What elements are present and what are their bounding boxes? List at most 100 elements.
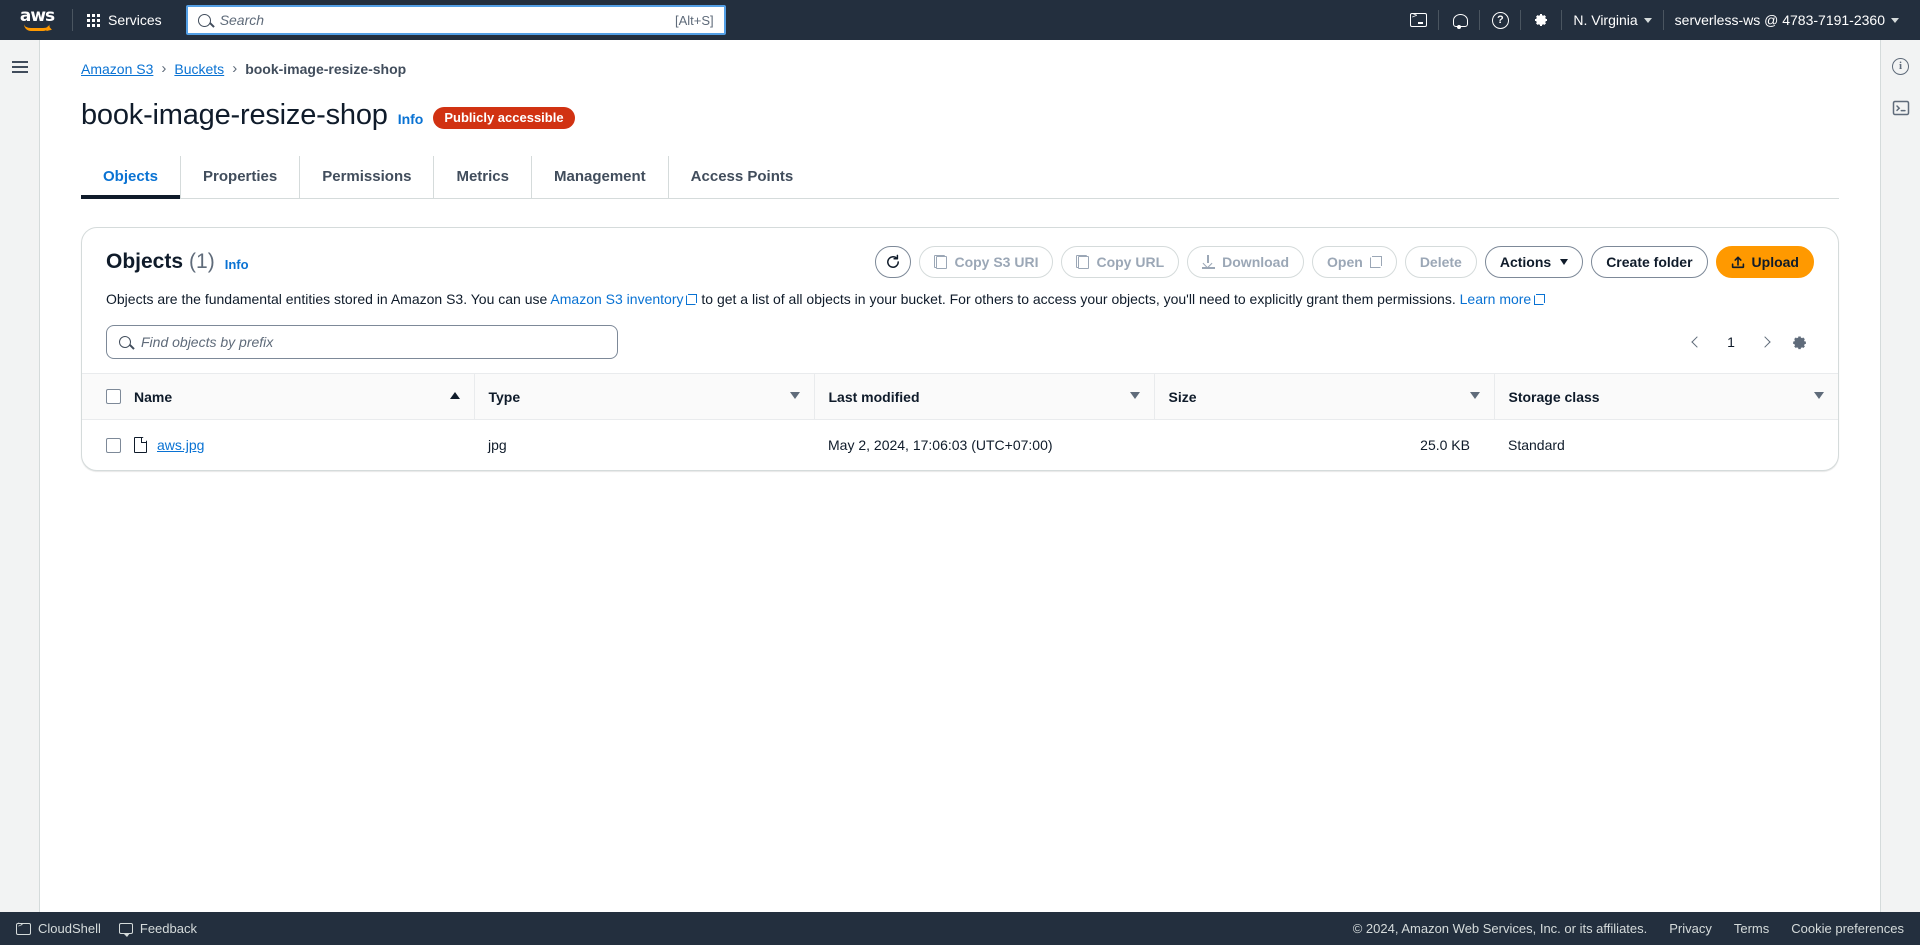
column-label-name: Name: [134, 388, 173, 405]
footer-feedback-button[interactable]: Feedback: [118, 921, 197, 937]
download-button[interactable]: Download: [1187, 246, 1305, 278]
help-question-icon[interactable]: ?: [1480, 0, 1520, 40]
upload-icon: [1731, 255, 1745, 269]
objects-table-body: aws.jpg jpg May 2, 2024, 17:06:03 (UTC+0…: [82, 420, 1838, 470]
cloudshell-icon[interactable]: [1398, 0, 1438, 40]
open-label: Open: [1327, 254, 1363, 270]
pagination-page-1[interactable]: 1: [1716, 327, 1746, 357]
cloudshell-rail-icon[interactable]: [1887, 94, 1915, 122]
footer-bar: CloudShell Feedback © 2024, Amazon Web S…: [0, 912, 1920, 945]
breadcrumb: Amazon S3 › Buckets › book-image-resize-…: [81, 40, 1839, 77]
preferences-gear-icon[interactable]: [1784, 327, 1814, 357]
footer-link-privacy[interactable]: Privacy: [1669, 921, 1712, 936]
services-menu-button[interactable]: Services: [77, 5, 172, 35]
objects-search-box[interactable]: [106, 325, 618, 360]
objects-action-buttons: Copy S3 URI Copy URL Download Open Delet…: [875, 246, 1814, 278]
sort-icon: [1129, 391, 1140, 402]
footer-link-terms[interactable]: Terms: [1734, 921, 1769, 936]
row-cell-size: 25.0 KB: [1420, 437, 1470, 454]
tab-objects[interactable]: Objects: [81, 156, 182, 199]
breadcrumb-separator-icon: ›: [232, 60, 238, 77]
refresh-button[interactable]: [875, 246, 912, 278]
search-icon: [197, 13, 211, 27]
row-cell-last-modified: May 2, 2024, 17:06:03 (UTC+07:00): [828, 437, 1053, 454]
objects-count: (1): [189, 250, 215, 273]
breadcrumb-item-amazon-s3[interactable]: Amazon S3: [81, 61, 153, 77]
select-all-checkbox[interactable]: [106, 389, 121, 405]
pagination-next-button[interactable]: [1750, 327, 1780, 357]
tab-properties[interactable]: Properties: [181, 156, 301, 198]
object-name-link[interactable]: aws.jpg: [157, 437, 204, 453]
notifications-bell-icon[interactable]: [1439, 0, 1479, 40]
pagination-prev-button[interactable]: [1682, 327, 1712, 357]
pagination: 1: [1682, 327, 1814, 357]
refresh-icon: [885, 254, 901, 270]
column-label-last-modified: Last modified: [828, 388, 920, 405]
tab-permissions[interactable]: Permissions: [300, 156, 435, 198]
column-header-size[interactable]: Size: [1153, 373, 1494, 421]
global-search-box[interactable]: [Alt+S]: [185, 5, 726, 35]
objects-info-link[interactable]: Info: [225, 257, 249, 272]
table-row[interactable]: aws.jpg jpg May 2, 2024, 17:06:03 (UTC+0…: [82, 420, 1838, 470]
copy-s3-uri-label: Copy S3 URI: [954, 254, 1039, 270]
create-folder-label: Create folder: [1606, 254, 1693, 270]
create-folder-button[interactable]: Create folder: [1591, 246, 1708, 278]
account-menu[interactable]: serverless-ws @ 4783-7191-2360: [1664, 4, 1910, 36]
column-label-storage-class: Storage class: [1508, 388, 1600, 405]
aws-logo[interactable]: aws: [16, 7, 58, 33]
column-header-type[interactable]: Type: [473, 373, 814, 421]
breadcrumb-separator-icon: ›: [161, 60, 167, 77]
download-icon: [1202, 255, 1216, 269]
column-header-last-modified[interactable]: Last modified: [813, 373, 1154, 421]
settings-gear-icon[interactable]: [1521, 0, 1561, 40]
footer-right-group: © 2024, Amazon Web Services, Inc. or its…: [1353, 921, 1904, 936]
chevron-down-icon: [1891, 17, 1899, 23]
objects-panel: Objects (1) Info Copy S3 URI Copy URL Do…: [81, 227, 1839, 471]
delete-label: Delete: [1419, 254, 1462, 270]
tab-bar: Objects Properties Permissions Metrics M…: [81, 156, 1839, 199]
footer-cloudshell-label: CloudShell: [38, 921, 101, 936]
main-content-area: Amazon S3 › Buckets › book-image-resize-…: [41, 40, 1879, 928]
row-select-cell: [82, 420, 134, 470]
region-selector[interactable]: N. Virginia: [1562, 4, 1662, 36]
column-label-size: Size: [1168, 388, 1197, 405]
page-info-link[interactable]: Info: [398, 111, 424, 127]
actions-button[interactable]: Actions: [1484, 246, 1584, 278]
tab-access-points[interactable]: Access Points: [669, 156, 816, 198]
breadcrumb-item-buckets[interactable]: Buckets: [174, 61, 224, 77]
upload-label: Upload: [1751, 254, 1799, 270]
copy-url-label: Copy URL: [1096, 254, 1165, 270]
copy-url-button[interactable]: Copy URL: [1061, 246, 1180, 278]
open-button[interactable]: Open: [1312, 246, 1397, 278]
account-label: serverless-ws @ 4783-7191-2360: [1674, 12, 1885, 28]
menu-hamburger-icon[interactable]: [0, 52, 40, 82]
tab-metrics[interactable]: Metrics: [434, 156, 532, 198]
amazon-s3-inventory-link[interactable]: Amazon S3 inventory: [550, 291, 683, 307]
objects-panel-header: Objects (1) Info Copy S3 URI Copy URL Do…: [82, 228, 1838, 325]
row-cell-type: jpg: [488, 437, 507, 454]
tab-management[interactable]: Management: [532, 156, 669, 198]
footer-link-cookie-preferences[interactable]: Cookie preferences: [1791, 921, 1904, 936]
footer-left-group: CloudShell Feedback: [16, 920, 197, 937]
upload-button[interactable]: Upload: [1715, 246, 1814, 278]
grid-icon: [87, 13, 100, 27]
column-label-type: Type: [488, 388, 521, 405]
copy-s3-uri-button[interactable]: Copy S3 URI: [919, 246, 1054, 278]
column-header-name[interactable]: Name: [134, 373, 474, 421]
row-cell-name: aws.jpg: [134, 420, 474, 470]
delete-button[interactable]: Delete: [1404, 246, 1477, 278]
copy-icon: [1076, 255, 1090, 269]
footer-cloudshell-button[interactable]: CloudShell: [16, 920, 101, 936]
learn-more-link[interactable]: Learn more: [1460, 291, 1532, 307]
objects-table: Name Type Last modified Size Storage cla…: [82, 373, 1838, 470]
status-badge: Publicly accessible: [433, 107, 575, 129]
sort-ascending-icon: [449, 391, 460, 402]
row-checkbox[interactable]: [106, 437, 121, 453]
search-input[interactable]: [219, 12, 676, 28]
objects-search-input[interactable]: [141, 334, 605, 351]
column-header-storage-class[interactable]: Storage class: [1493, 373, 1838, 421]
breadcrumb-item-current: book-image-resize-shop: [245, 60, 407, 77]
info-panel-icon[interactable]: i: [1887, 52, 1915, 80]
page-title: book-image-resize-shop: [81, 99, 388, 131]
table-header-row: Name Type Last modified Size Storage cla…: [82, 373, 1838, 421]
